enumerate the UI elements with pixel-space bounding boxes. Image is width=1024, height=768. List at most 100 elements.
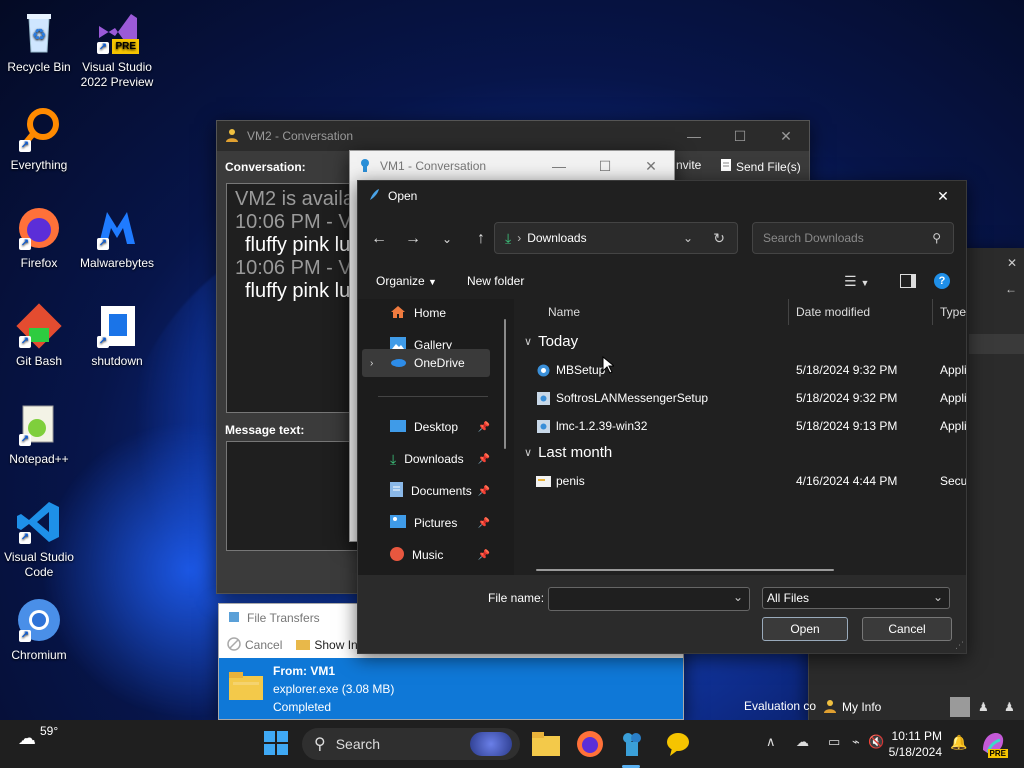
pin-icon[interactable]: 📌 <box>478 454 490 465</box>
file-name-input[interactable]: ⌄ <box>548 587 750 611</box>
minimize-button[interactable]: — <box>536 151 582 181</box>
back-arrow-icon[interactable]: ← <box>362 230 396 248</box>
file-type: Appli <box>940 391 966 405</box>
desktop-icon-everything[interactable]: ↗ Everything <box>0 106 78 173</box>
desktop-icon-git-bash[interactable]: ↗ Git Bash <box>0 302 78 369</box>
close-button[interactable]: ✕ <box>920 181 966 211</box>
forward-arrow-icon[interactable]: → <box>396 230 430 248</box>
preview-pane-icon[interactable] <box>900 274 916 288</box>
cloud-offline-icon[interactable]: ☁ <box>796 734 809 750</box>
file-row[interactable]: penis 4/16/2024 4:44 PM Secur <box>518 468 966 494</box>
search-icon: ⚲ <box>314 736 326 753</box>
pin-icon[interactable]: 📌 <box>478 550 490 561</box>
column-header-date-modified[interactable]: Date modified <box>796 299 870 325</box>
nav-item-pictures[interactable]: Pictures 📌 <box>358 509 498 537</box>
pin-icon[interactable]: 📌 <box>478 486 490 497</box>
taskbar-firefox[interactable] <box>576 730 604 758</box>
column-header-name[interactable]: Name <box>548 299 580 325</box>
maximize-button[interactable]: ☐ <box>582 151 628 181</box>
desktop-icon-shutdown[interactable]: ↗ shutdown <box>78 302 156 369</box>
status-online-icon[interactable] <box>950 697 970 717</box>
desktop-icon-chromium[interactable]: ↗ Chromium <box>0 596 78 663</box>
status-away-icon[interactable]: ♟ <box>978 700 989 714</box>
search-downloads-input[interactable]: Search Downloads ⚲ <box>752 222 954 254</box>
chevron-down-icon[interactable]: ⌄ <box>733 590 743 604</box>
nav-item-downloads[interactable]: ⤓ Downloads 📌 <box>358 445 498 473</box>
visual-studio-icon: PRE ↗ <box>93 8 141 56</box>
taskbar-file-explorer[interactable] <box>532 730 560 758</box>
nav-item-desktop[interactable]: Desktop 📌 <box>358 413 498 441</box>
documents-icon <box>390 482 403 500</box>
desktop-icon-visual-studio-2022[interactable]: PRE ↗ Visual Studio 2022 Preview <box>78 8 156 90</box>
close-icon[interactable]: ✕ <box>1007 256 1017 270</box>
nav-pane-scrollbar[interactable] <box>504 319 506 449</box>
status-busy-icon[interactable]: ♟ <box>1004 700 1015 714</box>
show-hidden-icons-chevron-icon[interactable]: ∧ <box>766 734 776 750</box>
file-row[interactable]: lmc-1.2.39-win32 5/18/2024 9:13 PM Appli <box>518 413 966 439</box>
refresh-icon[interactable]: ↻ <box>713 230 725 247</box>
weather-widget[interactable]: ☁ 59° <box>18 724 58 749</box>
recent-locations-chevron-icon[interactable]: ⌄ <box>430 232 464 246</box>
pin-icon[interactable]: 📌 <box>478 422 490 433</box>
close-button[interactable]: ✕ <box>628 151 674 181</box>
view-options-icon[interactable]: ☰ ▼ <box>844 273 869 290</box>
pin-icon[interactable]: 📌 <box>478 518 490 529</box>
breadcrumb-downloads[interactable]: Downloads <box>527 231 586 245</box>
up-arrow-icon[interactable]: ↑ <box>464 230 498 248</box>
horizontal-scrollbar[interactable] <box>536 569 834 571</box>
transfer-icon <box>227 610 241 627</box>
nav-item-music[interactable]: Music 📌 <box>358 541 498 569</box>
maximize-button[interactable]: ☐ <box>717 121 763 151</box>
close-button[interactable]: ✕ <box>763 121 809 151</box>
cancel-transfer-button[interactable]: Cancel <box>227 636 282 654</box>
desktop-icon-malwarebytes[interactable]: ↗ Malwarebytes <box>78 204 156 271</box>
nav-item-documents[interactable]: Documents 📌 <box>358 477 498 505</box>
nav-item-onedrive[interactable]: › OneDrive <box>362 349 490 377</box>
desktop-icon-label: Notepad++ <box>9 452 69 466</box>
open-dialog-titlebar: Open ✕ <box>358 181 966 211</box>
minimize-button[interactable]: — <box>671 121 717 151</box>
transfer-item[interactable]: From: VM1 explorer.exe (3.08 MB) Complet… <box>219 658 683 719</box>
expand-chevron-icon[interactable]: › <box>370 358 373 369</box>
arrow-left-icon[interactable]: ← <box>1005 282 1017 296</box>
address-bar[interactable]: ⤓ › Downloads ⌄ ↻ <box>494 222 738 254</box>
column-divider[interactable] <box>932 299 933 325</box>
file-type: Appli <box>940 363 966 377</box>
taskbar-search[interactable]: ⚲ Search <box>302 728 520 760</box>
network-icon[interactable]: ⌁ <box>852 734 860 750</box>
file-row[interactable]: MBSetup 5/18/2024 9:32 PM Appli <box>518 357 966 383</box>
invite-button[interactable]: nvite <box>676 158 701 172</box>
nav-item-home[interactable]: Home <box>358 299 498 327</box>
group-header-last-month[interactable]: ∨ Last month <box>524 444 612 461</box>
my-info-bar[interactable]: My Info ♟ ♟ <box>818 694 1024 720</box>
file-type-filter-select[interactable]: All Files ⌄ <box>762 587 950 609</box>
new-folder-button[interactable]: New folder <box>467 274 524 288</box>
resize-grip-icon[interactable]: ⋰ <box>955 640 964 651</box>
organize-button[interactable]: Organize ▼ <box>376 274 437 288</box>
notification-bell-icon[interactable]: 🔔 <box>950 734 967 751</box>
column-header-type[interactable]: Type <box>940 299 966 325</box>
display-icon[interactable]: ▭ <box>828 734 840 750</box>
desktop-icon-vscode[interactable]: ↗ Visual Studio Code <box>0 498 78 580</box>
send-files-button[interactable]: Send File(s) <box>720 158 801 175</box>
desktop-icon-recycle-bin[interactable]: ♻ Recycle Bin <box>0 8 78 75</box>
cancel-icon <box>227 636 241 654</box>
system-clock[interactable]: 10:11 PM 5/18/2024 <box>880 728 942 760</box>
evaluation-watermark: Evaluation co <box>744 699 817 713</box>
show-in-folder-button[interactable]: Show In <box>296 638 358 653</box>
desktop-icon-firefox[interactable]: ↗ Firefox <box>0 204 78 271</box>
chevron-down-icon[interactable]: ⌄ <box>683 231 693 245</box>
start-button[interactable] <box>263 730 291 758</box>
open-button[interactable]: Open <box>762 617 848 641</box>
taskbar-messenger-feather[interactable] <box>664 730 692 758</box>
shortcut-arrow-icon: ↗ <box>19 238 31 250</box>
taskbar-lan-messenger[interactable] <box>618 730 646 758</box>
help-icon[interactable]: ? <box>934 273 950 289</box>
copilot-icon[interactable]: PRE <box>980 730 1008 758</box>
desktop-icon-notepad-plus-plus[interactable]: ↗ Notepad++ <box>0 400 78 467</box>
column-divider[interactable] <box>788 299 789 325</box>
file-type: Appli <box>940 419 966 433</box>
group-header-today[interactable]: ∨ Today <box>524 333 578 350</box>
cancel-button[interactable]: Cancel <box>862 617 952 641</box>
file-row[interactable]: SoftrosLANMessengerSetup 5/18/2024 9:32 … <box>518 385 966 411</box>
